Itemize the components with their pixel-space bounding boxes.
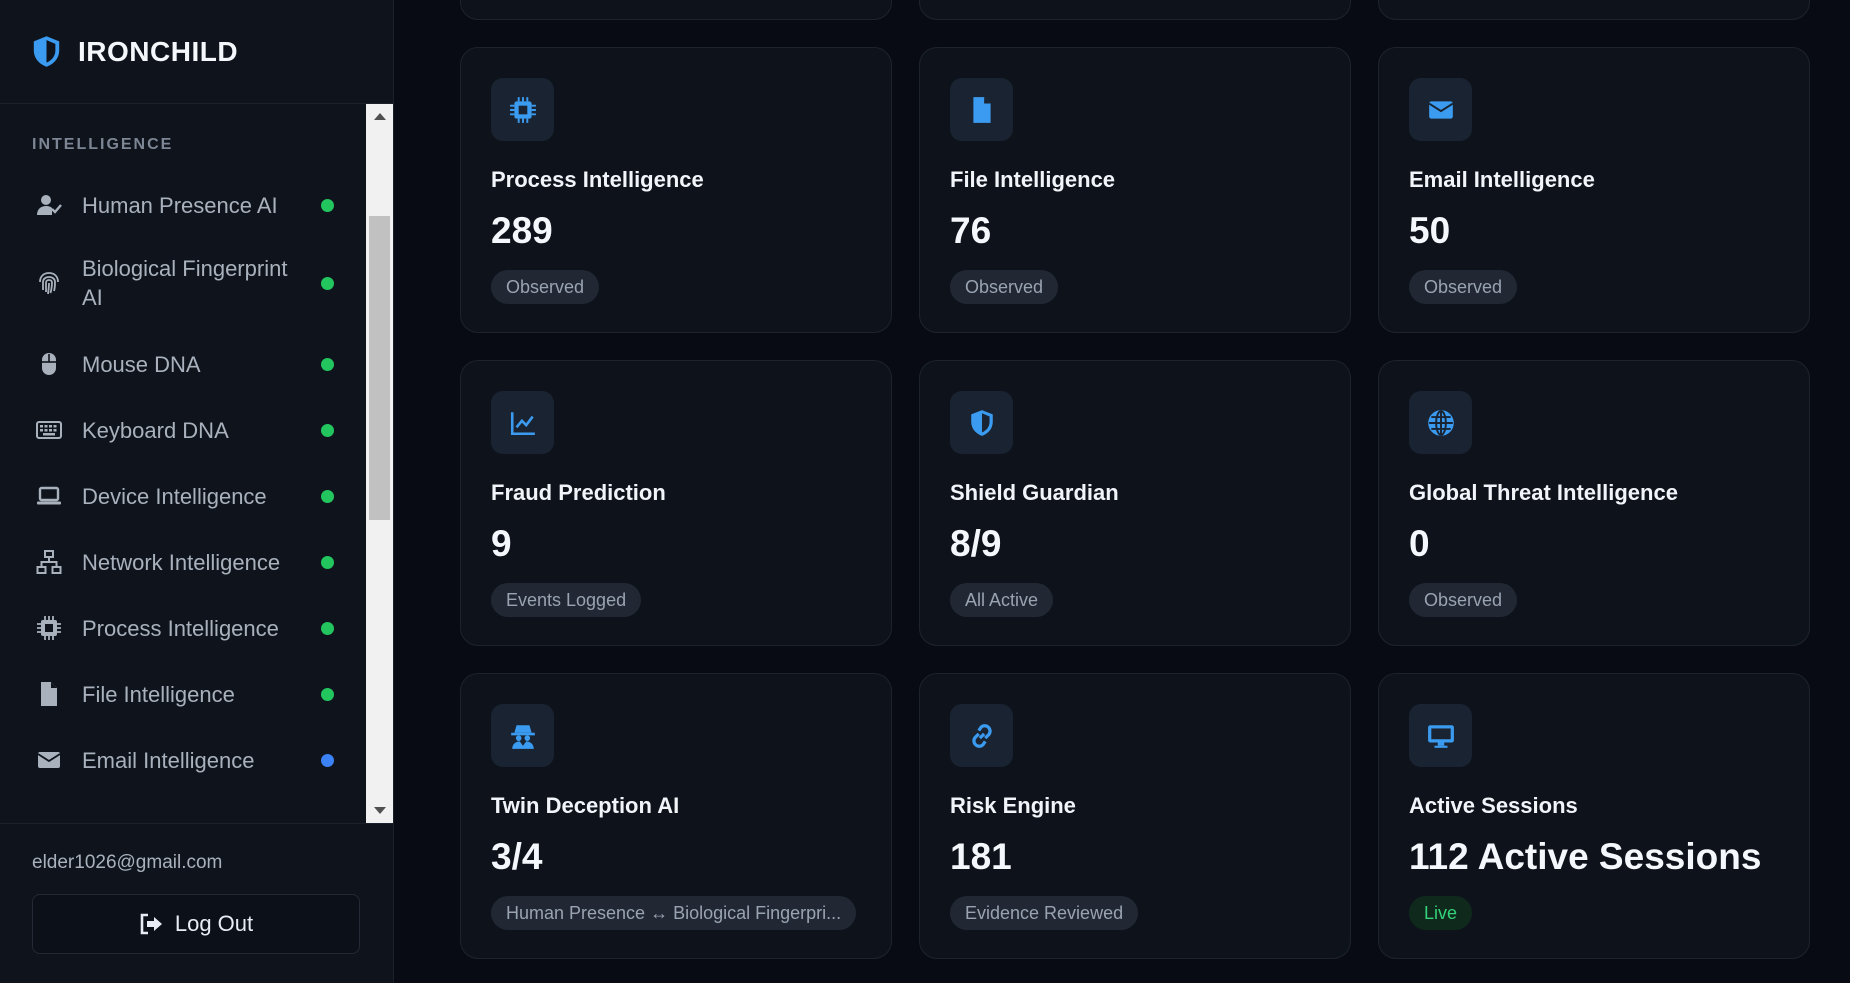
card-partial [460,0,892,20]
sidebar-item-label: Device Intelligence [82,483,267,509]
cpu-icon [36,615,62,641]
status-badge: Evidence Reviewed [950,896,1139,930]
sidebar-item-process-intelligence[interactable]: Process Intelligence [0,610,364,646]
status-dot [321,357,334,371]
brand[interactable]: IRONCHILD [0,0,393,104]
spy-icon [491,704,554,767]
card-risk-engine[interactable]: Risk Engine 181 Evidence Reviewed [919,673,1351,959]
card-title: Twin Deception AI [491,793,680,818]
shield-icon [33,36,60,67]
brand-name: IRONCHILD [78,35,239,67]
status-dot [321,276,334,290]
scrollbar-thumb[interactable] [369,216,390,520]
card-shield-guardian[interactable]: Shield Guardian 8/9 All Active [919,360,1351,646]
network-icon [36,549,62,575]
card-partial [1378,0,1810,20]
card-title: Shield Guardian [950,480,1119,505]
card-title: File Intelligence [950,167,1116,192]
live-badge: Live [1409,896,1473,930]
scroll-down-arrow-icon[interactable] [366,799,393,823]
sidebar: IRONCHILD INTELLIGENCE Human Presence AI… [0,0,394,983]
envelope-icon [36,747,62,773]
fingerprint-icon [36,270,62,296]
status-badge: Observed [1409,270,1518,304]
logout-label: Log Out [174,911,254,936]
card-value: 3/4 [491,836,543,877]
sidebar-item-label: File Intelligence [82,681,235,707]
status-badge: Observed [1409,583,1518,617]
card-active-sessions[interactable]: Active Sessions 112 Active Sessions Live [1378,673,1810,959]
status-dot [321,198,334,212]
card-value: 112 Active Sessions [1409,836,1762,877]
user-check-icon [36,192,62,218]
scroll-up-arrow-icon[interactable] [366,104,393,128]
status-badge: Human Presence ↔ Biological Fingerpri... [491,896,857,930]
chart-line-icon [491,391,554,454]
sidebar-item-label: Biological Fingerprint AI [82,256,288,310]
file-icon [950,78,1013,141]
card-title: Fraud Prediction [491,480,666,505]
card-value: 289 [491,210,553,251]
globe-icon [1409,391,1472,454]
card-fraud-prediction[interactable]: Fraud Prediction 9 Events Logged [460,360,892,646]
sidebar-nav: INTELLIGENCE Human Presence AI Biologica… [0,104,394,823]
card-title: Email Intelligence [1409,167,1595,192]
sidebar-item-label: Network Intelligence [82,549,281,575]
status-badge: All Active [950,583,1054,617]
card-value: 181 [950,836,1012,877]
status-dot [321,555,334,569]
sidebar-item-label: Process Intelligence [82,615,279,641]
sidebar-item-label: Mouse DNA [82,351,201,377]
sidebar-item-keyboard-dna[interactable]: Keyboard DNA [0,412,364,448]
card-value: 50 [1409,210,1451,251]
cpu-icon [491,78,554,141]
file-icon [36,681,62,707]
status-dot [321,489,334,503]
sidebar-item-label: Email Intelligence [82,747,255,773]
sidebar-item-device-intelligence[interactable]: Device Intelligence [0,478,364,514]
status-badge: Observed [491,270,600,304]
sidebar-item-file-intelligence[interactable]: File Intelligence [0,676,364,712]
link-icon [950,704,1013,767]
sidebar-scrollbar[interactable] [366,104,393,823]
user-email: elder1026@gmail.com [32,852,223,873]
envelope-icon [1409,78,1472,141]
sign-out-icon [140,913,162,935]
card-global-threat-intelligence[interactable]: Global Threat Intelligence 0 Observed [1378,360,1810,646]
status-badge: Observed [950,270,1059,304]
card-title: Risk Engine [950,793,1076,818]
sidebar-item-mouse-dna[interactable]: Mouse DNA [0,346,364,382]
monitor-icon [1409,704,1472,767]
sidebar-item-email-intelligence[interactable]: Email Intelligence [0,742,364,778]
card-twin-deception-ai[interactable]: Twin Deception AI 3/4 Human Presence ↔ B… [460,673,892,959]
sidebar-item-label: Human Presence AI [82,192,278,218]
sidebar-item-label: Keyboard DNA [82,417,229,443]
card-partial [919,0,1351,20]
status-dot [321,621,334,635]
shield-icon [950,391,1013,454]
mouse-icon [36,351,62,377]
card-title: Process Intelligence [491,167,704,192]
card-title: Active Sessions [1409,793,1578,818]
card-process-intelligence[interactable]: Process Intelligence 289 Observed [460,47,892,333]
card-value: 8/9 [950,523,1002,564]
status-dot [321,753,334,767]
card-title: Global Threat Intelligence [1409,480,1678,505]
sidebar-footer: elder1026@gmail.com Log Out [0,823,394,983]
laptop-icon [36,483,62,509]
sidebar-item-network-intelligence[interactable]: Network Intelligence [0,544,364,580]
card-email-intelligence[interactable]: Email Intelligence 50 Observed [1378,47,1810,333]
card-value: 76 [950,210,992,251]
nav-section-title: INTELLIGENCE [32,136,174,153]
card-file-intelligence[interactable]: File Intelligence 76 Observed [919,47,1351,333]
sidebar-item-human-presence-ai[interactable]: Human Presence AI [0,187,364,223]
status-dot [321,423,334,437]
card-value: 0 [1409,523,1430,564]
status-dot [321,687,334,701]
logout-button[interactable]: Log Out [32,894,360,954]
sidebar-item-biological-fingerprint-ai[interactable]: Biological Fingerprint AI [0,252,364,314]
status-badge: Events Logged [491,583,642,617]
card-value: 9 [491,523,512,564]
keyboard-icon [36,417,62,443]
